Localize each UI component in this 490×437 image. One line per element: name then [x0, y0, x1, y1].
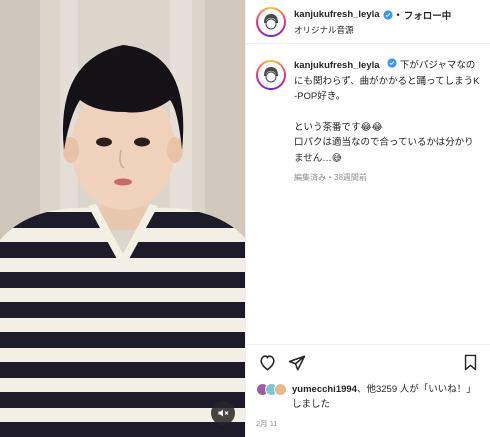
liker-avatar: [274, 383, 287, 396]
audio-link[interactable]: オリジナル音源: [294, 24, 451, 36]
caption-comment: kanjukufresh_leyla 下がパジャマなのにも関わらず、曲がかかると…: [256, 58, 480, 186]
likes-summary: yumecchi1994、他3259 人が「いいね！」しました: [256, 382, 484, 412]
post-header: kanjukufresh_leyla • フォロー中 オリジナル音源: [246, 0, 490, 44]
caption-section: kanjukufresh_leyla 下がパジャマなのにも関わらず、曲がかかると…: [246, 44, 490, 338]
author-username[interactable]: kanjukufresh_leyla: [294, 9, 380, 20]
like-button[interactable]: [256, 352, 278, 374]
author-avatar[interactable]: [256, 6, 286, 37]
caption-meta: 編集済み・38週間前: [294, 173, 367, 182]
verified-badge-icon: [387, 58, 397, 68]
avatar-illustration-icon: [260, 10, 282, 33]
speaker-muted-icon: [218, 409, 229, 417]
verified-badge-icon: [382, 9, 393, 20]
avatar-illustration-icon: [260, 64, 282, 86]
liker-username[interactable]: yumecchi1994: [292, 384, 357, 395]
bookmark-icon: [464, 354, 476, 371]
save-button[interactable]: [459, 352, 481, 374]
post-media[interactable]: [0, 0, 245, 437]
post-panel: kanjukufresh_leyla • フォロー中 オリジナル音源 kanju…: [245, 0, 490, 437]
action-bar: [246, 344, 490, 380]
caption-text-line3: 口パクは適当なので合っているかは分かりません…😅: [294, 137, 474, 164]
send-icon: [288, 355, 306, 370]
caption-author-avatar[interactable]: [256, 60, 286, 90]
post-date: 2月 11: [256, 419, 278, 428]
caption-text-line2: という茶番です😂😂: [294, 121, 383, 133]
following-button[interactable]: フォロー中: [404, 8, 452, 22]
share-button[interactable]: [286, 352, 308, 374]
separator-dot: •: [396, 9, 400, 20]
mute-button[interactable]: [211, 401, 235, 425]
caption-username[interactable]: kanjukufresh_leyla: [294, 60, 380, 71]
heart-icon: [259, 355, 275, 371]
post-video-frame: [0, 0, 245, 437]
liker-avatars: [256, 383, 287, 396]
